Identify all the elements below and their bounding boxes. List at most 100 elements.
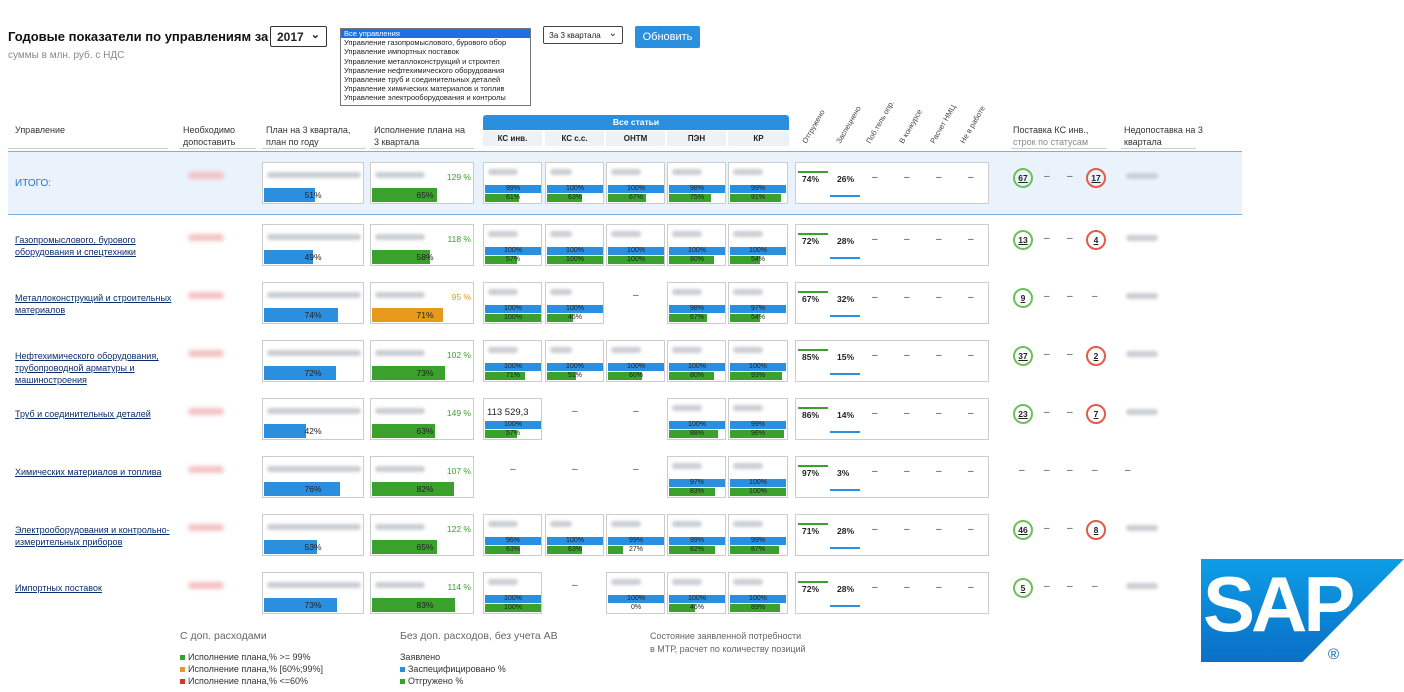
article-value-redacted	[611, 169, 641, 175]
article-cell: 99% 91%	[728, 162, 788, 204]
status-count-circle[interactable]: 37	[1013, 346, 1033, 366]
refresh-button[interactable]: Обновить	[635, 26, 700, 48]
shipped-percent: 67%	[802, 294, 820, 304]
article-value-redacted	[550, 231, 572, 237]
empty-dash: –	[1044, 523, 1050, 534]
shipped-indicator	[798, 291, 828, 293]
year-select[interactable]: 2017 ⌄	[270, 26, 327, 47]
empty-dash: –	[1044, 465, 1050, 476]
department-option[interactable]: Управление электрооборудования и контрол…	[341, 93, 530, 102]
empty-dash: –	[968, 350, 974, 361]
department-listbox[interactable]: Все управления Управление газопромысловог…	[340, 28, 531, 106]
empty-dash: –	[1044, 291, 1050, 302]
header-rule	[370, 148, 474, 149]
shipped-bar-track: 57%	[485, 256, 541, 264]
status-count-circle[interactable]: 8	[1086, 520, 1106, 540]
status-count-circle[interactable]: 9	[1013, 288, 1033, 308]
empty-dash: –	[872, 408, 878, 419]
execution-value-redacted	[375, 466, 425, 472]
status-count-circle[interactable]: 4	[1086, 230, 1106, 250]
department-name[interactable]: Химических материалов и топлива	[15, 466, 173, 478]
department-name[interactable]: Импортных поставок	[15, 582, 173, 594]
shipped-bar-label: 83%	[689, 488, 704, 495]
status-count-circle[interactable]: 17	[1086, 168, 1106, 188]
specified-bar: 100%	[485, 247, 541, 255]
department-option[interactable]: Управление нефтехимического оборудования	[341, 66, 530, 75]
quarter-value: За 3 квартала	[549, 31, 601, 40]
department-name[interactable]: Электрооборудования и контрольно-измерит…	[15, 524, 173, 548]
specified-bar: 98%	[669, 185, 725, 193]
status-count-circle[interactable]: 7	[1086, 404, 1106, 424]
status-count-circle[interactable]: 13	[1013, 230, 1033, 250]
page-title: Годовые показатели по управлениям за	[8, 29, 269, 44]
status-count-circle[interactable]: 23	[1013, 404, 1033, 424]
shipped-bar-label: 100%	[566, 256, 584, 263]
shipped-bar-track: 80%	[669, 256, 725, 264]
plan-cell: 73%	[262, 572, 364, 614]
article-cell: 100% 88%	[667, 398, 726, 440]
status-cell: 97% 3% – – – –	[795, 456, 989, 498]
shipped-bar-track: 0%	[608, 604, 664, 612]
shipped-bar-label: 88%	[689, 430, 704, 437]
shipped-bar-track: 54%	[730, 314, 786, 322]
shipped-bar-label: 57%	[505, 430, 520, 437]
department-option[interactable]: Управление импортных поставок	[341, 47, 530, 56]
article-cell: 100% 80%	[667, 340, 726, 382]
status-cell: 85% 15% – – – –	[795, 340, 989, 382]
department-name[interactable]: Газопромыслового, бурового оборудования …	[15, 234, 173, 258]
orange-square-icon	[180, 667, 185, 673]
execution-progress-label: 82%	[416, 484, 434, 494]
empty-dash: –	[872, 466, 878, 477]
article-value-redacted	[488, 579, 518, 585]
shipped-bar-label: 82%	[689, 546, 704, 553]
shipped-bar-label: 61%	[505, 194, 520, 201]
plan-cell: 76%	[262, 456, 364, 498]
status-count-circle[interactable]: 46	[1013, 520, 1033, 540]
shipped-indicator	[798, 523, 828, 525]
page-subtitle: суммы в млн. руб. с НДС	[8, 50, 125, 61]
shortfall-value-redacted	[1126, 293, 1158, 299]
empty-dash: –	[510, 464, 516, 475]
specified-bar: 99%	[669, 537, 725, 545]
article-cell: 97% 54%	[728, 282, 788, 324]
shipped-bar-track: 83%	[669, 488, 725, 496]
department-option[interactable]: Управление металлоконструкций и строител	[341, 57, 530, 66]
empty-dash: –	[904, 350, 910, 361]
empty-dash: –	[572, 464, 578, 475]
empty-dash: –	[1044, 407, 1050, 418]
status-count-circle[interactable]: 5	[1013, 578, 1033, 598]
department-option[interactable]: Все управления	[341, 29, 530, 39]
department-name[interactable]: Металлоконструкций и строительных матери…	[15, 292, 173, 316]
plan-cell: 51%	[262, 162, 364, 204]
department-option[interactable]: Управление газопромыслового, бурового об…	[341, 38, 530, 47]
execution-progress-label: 71%	[416, 310, 434, 320]
legend-a-item: Исполнение плана,% >= 99%	[180, 651, 311, 663]
department-option[interactable]: Управление химических материалов и топли…	[341, 84, 530, 93]
empty-dash: –	[1067, 465, 1073, 476]
shipped-bar-label: 67%	[628, 194, 643, 201]
shipped-indicator	[798, 349, 828, 351]
specified-indicator	[830, 431, 860, 433]
shipped-bar-label: 91%	[750, 194, 765, 201]
shipped-bar-track: 57%	[485, 430, 541, 438]
shipped-bar-label: 100%	[749, 488, 767, 495]
shipped-bar-track: 93%	[730, 372, 786, 380]
empty-dash: –	[1019, 465, 1025, 476]
article-cell: 100% 80%	[667, 224, 726, 266]
department-name[interactable]: Труб и соединительных деталей	[15, 408, 173, 420]
status-count-circle[interactable]: 2	[1086, 346, 1106, 366]
specified-percent: 14%	[837, 410, 855, 420]
status-count-circle[interactable]: 67	[1013, 168, 1033, 188]
header-rule	[1011, 148, 1107, 149]
status-cell: 67% 32% – – – –	[795, 282, 989, 324]
col-plan: План на 3 квартала, план по году	[266, 125, 351, 147]
plan-values-redacted	[267, 408, 361, 414]
department-option[interactable]: Управление труб и соединительных деталей	[341, 75, 530, 84]
empty-dash: –	[904, 172, 910, 183]
empty-dash: –	[1044, 233, 1050, 244]
quarter-select[interactable]: За 3 квартала ⌄	[543, 26, 623, 44]
article-value-redacted	[611, 579, 641, 585]
article-value-redacted	[672, 347, 702, 353]
department-name[interactable]: Нефтехимического оборудования, трубопров…	[15, 350, 173, 386]
article-value-redacted	[672, 579, 702, 585]
